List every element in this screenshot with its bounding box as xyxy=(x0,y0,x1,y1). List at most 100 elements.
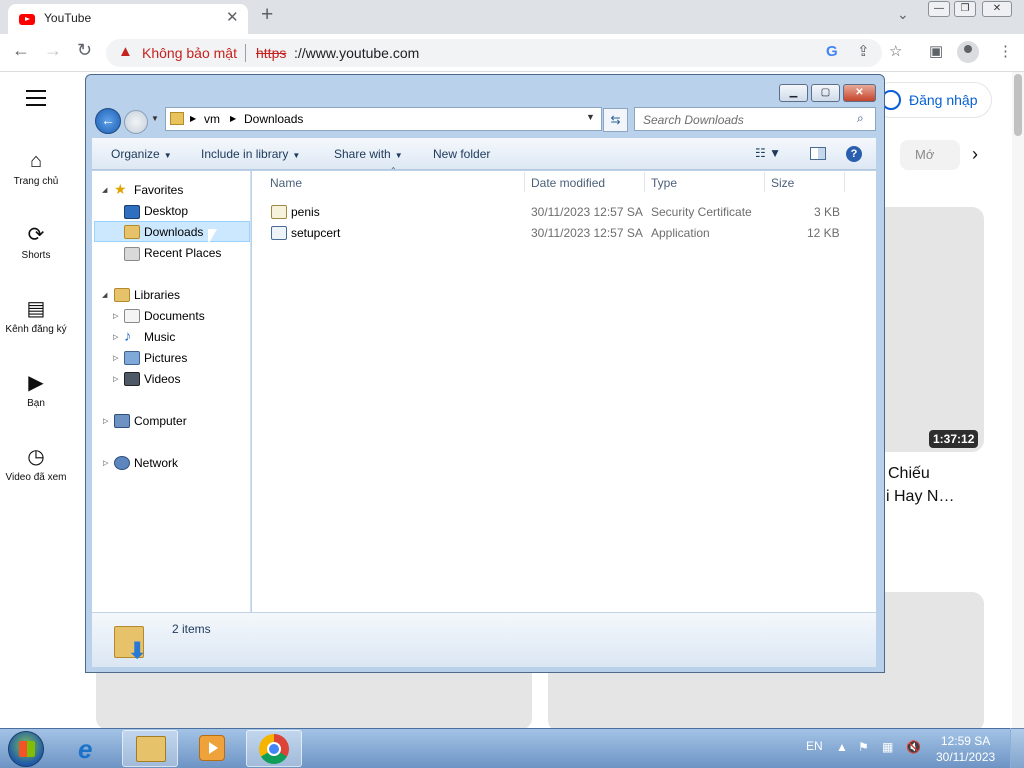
video-title-line2[interactable]: i Hay N… xyxy=(886,488,954,506)
nav-history[interactable]: ◷ Video đã xem xyxy=(0,444,72,483)
volume-muted-icon[interactable]: 🔇 xyxy=(906,740,921,754)
help-icon[interactable]: ? xyxy=(846,146,862,162)
internet-explorer-icon[interactable]: e xyxy=(78,734,92,765)
address-dropdown-icon[interactable]: ▼ xyxy=(586,112,595,122)
google-lens-icon[interactable]: G xyxy=(826,43,838,60)
media-player-icon[interactable] xyxy=(199,735,225,761)
refresh-icon[interactable]: ⇆ xyxy=(603,108,628,132)
explorer-minimize-button[interactable]: ▁ xyxy=(779,84,808,102)
page-scrollbar[interactable] xyxy=(1012,72,1024,728)
tree-documents[interactable]: Documents xyxy=(144,309,205,323)
change-view-icon[interactable]: ☷ ▼ xyxy=(755,146,781,160)
organize-button[interactable]: Organize ▼ xyxy=(111,147,172,161)
explorer-close-button[interactable]: ✕ xyxy=(843,84,876,102)
nav-home[interactable]: ⌂ Trang chủ xyxy=(0,148,72,187)
reload-icon[interactable]: ↻ xyxy=(77,40,92,61)
forward-button-icon[interactable] xyxy=(124,110,148,134)
url-scheme: https xyxy=(256,45,287,61)
column-header-name[interactable]: Name xyxy=(270,176,302,190)
back-arrow-icon[interactable]: ← xyxy=(12,40,30,61)
show-desktop-button[interactable] xyxy=(1010,728,1024,768)
column-divider[interactable] xyxy=(844,172,845,192)
sign-in-button[interactable]: Đăng nhập xyxy=(872,82,992,118)
tree-libraries[interactable]: Libraries xyxy=(134,288,180,302)
expand-arrow-icon[interactable]: ◢ xyxy=(102,291,107,299)
share-with-button[interactable]: Share with ▼ xyxy=(334,147,403,161)
nav-you[interactable]: ▶ Bạn xyxy=(0,370,72,409)
breadcrumb-vm[interactable]: vm xyxy=(204,112,220,126)
collapse-arrow-icon[interactable]: ▷ xyxy=(103,459,108,467)
bookmark-star-icon[interactable]: ☆ xyxy=(889,42,902,60)
breadcrumb-downloads[interactable]: Downloads xyxy=(244,112,303,126)
show-hidden-icons-icon[interactable]: ▲ xyxy=(836,740,848,754)
column-header-type[interactable]: Type xyxy=(651,176,677,190)
column-header-size[interactable]: Size xyxy=(771,176,794,190)
expand-arrow-icon[interactable]: ◢ xyxy=(102,186,107,194)
chip-more[interactable]: Mớ xyxy=(900,140,960,170)
file-name[interactable]: penis xyxy=(291,205,320,219)
side-panel-icon[interactable]: ▣ xyxy=(929,42,943,60)
security-chip[interactable]: Không bảo mật xyxy=(142,45,237,61)
file-size: 12 KB xyxy=(807,226,840,240)
tab-search-icon[interactable]: ⌄ xyxy=(897,6,909,23)
chevron-right-icon[interactable]: › xyxy=(972,144,978,165)
action-center-flag-icon[interactable]: ⚑ xyxy=(858,740,869,754)
network-tray-icon[interactable]: ▦ xyxy=(882,740,893,754)
include-in-library-button[interactable]: Include in library ▼ xyxy=(201,147,300,161)
new-folder-button[interactable]: New folder xyxy=(433,147,490,161)
collapse-arrow-icon[interactable]: ▷ xyxy=(113,333,118,341)
tree-favorites[interactable]: Favorites xyxy=(134,183,183,197)
close-window-button[interactable]: ✕ xyxy=(982,1,1012,17)
new-tab-button[interactable]: + xyxy=(261,3,273,27)
profile-avatar[interactable] xyxy=(957,41,979,63)
tree-network[interactable]: Network xyxy=(134,456,178,470)
language-indicator[interactable]: EN xyxy=(806,739,823,753)
tree-recent-places[interactable]: Recent Places xyxy=(144,246,221,260)
tree-downloads[interactable]: Downloads xyxy=(144,225,203,239)
search-placeholder: Search Downloads xyxy=(643,113,744,127)
column-divider[interactable] xyxy=(764,172,765,192)
menu-kebab-icon[interactable]: ⋮ xyxy=(998,42,1013,60)
collapse-arrow-icon[interactable]: ▷ xyxy=(103,417,108,425)
recent-pages-dropdown-icon[interactable]: ▼ xyxy=(151,114,159,123)
mouse-cursor-icon xyxy=(208,229,217,245)
column-divider[interactable] xyxy=(524,172,525,192)
restore-button[interactable]: ❐ xyxy=(954,1,976,17)
search-box[interactable]: Search Downloads ⌕ xyxy=(634,107,876,131)
forward-arrow-icon[interactable]: → xyxy=(44,40,62,61)
share-icon[interactable]: ⇪ xyxy=(857,42,870,60)
hamburger-menu-icon[interactable] xyxy=(26,90,46,106)
nav-subscriptions[interactable]: ▤ Kênh đăng ký xyxy=(0,296,72,335)
application-icon xyxy=(271,226,287,240)
address-bar[interactable]: ▲ Không bảo mật https ://www.youtube.com xyxy=(106,39,882,67)
nav-shorts[interactable]: ⟳ Shorts xyxy=(0,222,72,261)
tab-youtube[interactable]: YouTube ✕ xyxy=(8,4,248,34)
start-button[interactable] xyxy=(8,731,44,767)
tree-videos[interactable]: Videos xyxy=(144,372,180,386)
back-button-icon[interactable]: ← xyxy=(95,108,121,134)
details-pane xyxy=(92,612,876,667)
collapse-arrow-icon[interactable]: ▷ xyxy=(113,354,118,362)
desktop-icon xyxy=(124,205,140,219)
tree-desktop[interactable]: Desktop xyxy=(144,204,188,218)
minimize-button[interactable]: — xyxy=(928,1,950,17)
column-header-date[interactable]: Date modified xyxy=(531,176,605,190)
video-title[interactable]: Chiếu xyxy=(888,465,930,483)
file-name[interactable]: setupcert xyxy=(291,226,340,240)
tree-computer[interactable]: Computer xyxy=(134,414,187,428)
breadcrumb-arrow-icon[interactable]: ▶ xyxy=(190,114,196,123)
preview-pane-icon[interactable] xyxy=(810,147,826,160)
collapse-arrow-icon[interactable]: ▷ xyxy=(113,375,118,383)
tree-pictures[interactable]: Pictures xyxy=(144,351,187,365)
explorer-maximize-button[interactable]: ▢ xyxy=(811,84,840,102)
network-icon xyxy=(114,456,130,470)
clock[interactable]: 12:59 SA 30/11/2023 xyxy=(936,733,995,765)
file-explorer-icon xyxy=(136,736,166,762)
tab-close-icon[interactable]: ✕ xyxy=(226,8,239,26)
address-breadcrumb[interactable]: ▶ vm ▶ Downloads ▼ xyxy=(165,107,602,131)
tree-music[interactable]: Music xyxy=(144,330,175,344)
breadcrumb-arrow-icon[interactable]: ▶ xyxy=(230,114,236,123)
collapse-arrow-icon[interactable]: ▷ xyxy=(113,312,118,320)
scrollbar-thumb[interactable] xyxy=(1014,74,1022,136)
column-divider[interactable] xyxy=(644,172,645,192)
